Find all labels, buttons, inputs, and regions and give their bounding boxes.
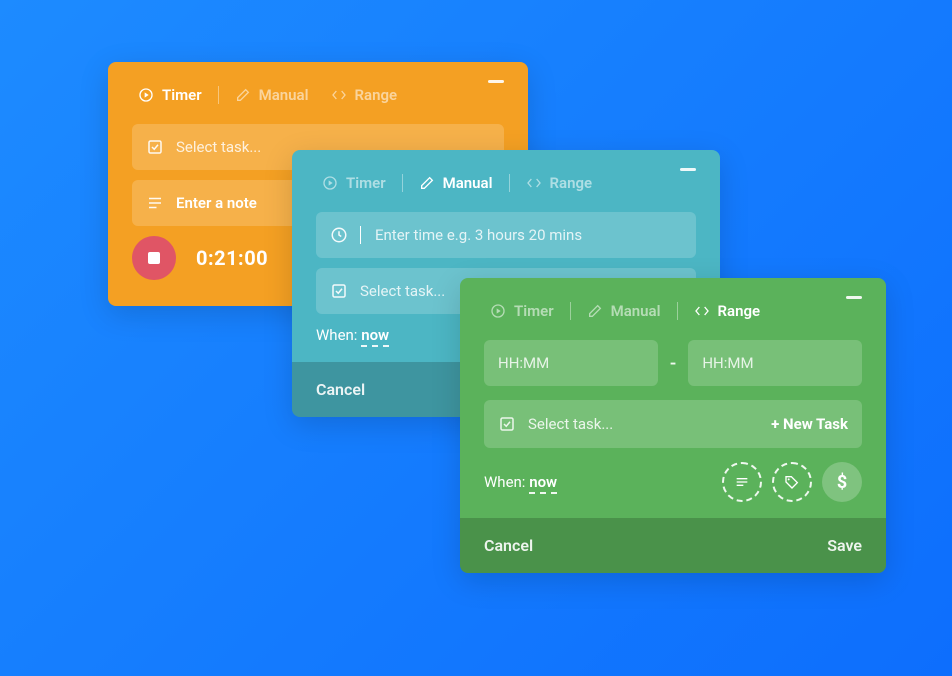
- tab-timer[interactable]: Timer: [484, 300, 560, 322]
- footer-bar: Cancel Save: [460, 518, 886, 573]
- play-circle-icon: [490, 303, 506, 319]
- tab-timer-label: Timer: [514, 302, 554, 320]
- when-label: When:: [316, 326, 357, 344]
- when-row: When: now: [484, 473, 557, 491]
- tab-manual-label: Manual: [259, 86, 309, 104]
- elapsed-time: 0:21:00: [196, 246, 268, 270]
- note-lines-icon: [734, 474, 750, 490]
- edit-icon: [587, 303, 603, 319]
- tab-separator: [570, 302, 571, 320]
- tag-button[interactable]: [772, 462, 812, 502]
- dollar-icon: $: [837, 472, 847, 493]
- select-task-placeholder: Select task...: [360, 282, 445, 300]
- play-circle-icon: [138, 87, 154, 103]
- select-task-placeholder: Select task...: [528, 415, 613, 433]
- when-label: When:: [484, 473, 525, 491]
- range-icon: [526, 175, 542, 191]
- when-value[interactable]: now: [361, 326, 389, 347]
- tab-range[interactable]: Range: [520, 172, 599, 194]
- checklist-icon: [146, 138, 164, 156]
- to-time-field[interactable]: HH:MM: [688, 340, 862, 386]
- tab-timer[interactable]: Timer: [316, 172, 392, 194]
- save-button[interactable]: Save: [827, 536, 862, 555]
- range-dash: -: [670, 353, 677, 374]
- tab-manual-label: Manual: [443, 174, 493, 192]
- range-icon: [331, 87, 347, 103]
- to-time-placeholder: HH:MM: [702, 354, 753, 372]
- tab-timer-label: Timer: [346, 174, 386, 192]
- clock-icon: [330, 226, 348, 244]
- time-input-field[interactable]: Enter time e.g. 3 hours 20 mins: [316, 212, 696, 258]
- bottom-row: When: now $: [484, 462, 862, 502]
- tab-timer[interactable]: Timer: [132, 84, 208, 106]
- edit-icon: [235, 87, 251, 103]
- tab-manual[interactable]: Manual: [581, 300, 667, 322]
- tab-manual[interactable]: Manual: [229, 84, 315, 106]
- tab-separator: [677, 302, 678, 320]
- time-input-placeholder: Enter time e.g. 3 hours 20 mins: [375, 226, 582, 244]
- tabs-row: Timer Manual Range: [316, 172, 696, 194]
- tab-range[interactable]: Range: [325, 84, 404, 106]
- tab-separator: [218, 86, 219, 104]
- tab-range-label: Range: [550, 174, 593, 192]
- tag-icon: [784, 474, 800, 490]
- select-task-placeholder: Select task...: [176, 138, 261, 156]
- range-icon: [694, 303, 710, 319]
- tab-manual[interactable]: Manual: [413, 172, 499, 194]
- tab-timer-label: Timer: [162, 86, 202, 104]
- cancel-button[interactable]: Cancel: [484, 536, 533, 555]
- tab-range-label: Range: [355, 86, 398, 104]
- new-task-button[interactable]: + New Task: [771, 415, 848, 433]
- stop-button[interactable]: [132, 236, 176, 280]
- tab-range-label: Range: [718, 302, 761, 320]
- tab-separator: [509, 174, 510, 192]
- note-button[interactable]: [722, 462, 762, 502]
- cancel-button[interactable]: Cancel: [316, 380, 365, 399]
- checklist-icon: [330, 282, 348, 300]
- from-time-placeholder: HH:MM: [498, 354, 549, 372]
- tab-range[interactable]: Range: [688, 300, 767, 322]
- play-circle-icon: [322, 175, 338, 191]
- checklist-icon: [498, 415, 516, 433]
- text-cursor: [360, 226, 361, 244]
- minimize-button[interactable]: [680, 168, 696, 171]
- time-range-row: HH:MM - HH:MM: [484, 340, 862, 386]
- minimize-button[interactable]: [488, 80, 504, 83]
- action-icons: $: [722, 462, 862, 502]
- from-time-field[interactable]: HH:MM: [484, 340, 658, 386]
- note-lines-icon: [146, 194, 164, 212]
- billable-button[interactable]: $: [822, 462, 862, 502]
- when-value[interactable]: now: [529, 473, 557, 494]
- tabs-row: Timer Manual Range: [484, 300, 862, 322]
- range-card: Timer Manual Range HH:MM - HH:MM Select …: [460, 278, 886, 573]
- note-placeholder: Enter a note: [176, 194, 257, 212]
- select-task-field[interactable]: Select task... + New Task: [484, 400, 862, 448]
- tabs-row: Timer Manual Range: [132, 84, 504, 106]
- minimize-button[interactable]: [846, 296, 862, 299]
- tab-separator: [402, 174, 403, 192]
- edit-icon: [419, 175, 435, 191]
- tab-manual-label: Manual: [611, 302, 661, 320]
- stop-icon: [148, 252, 160, 264]
